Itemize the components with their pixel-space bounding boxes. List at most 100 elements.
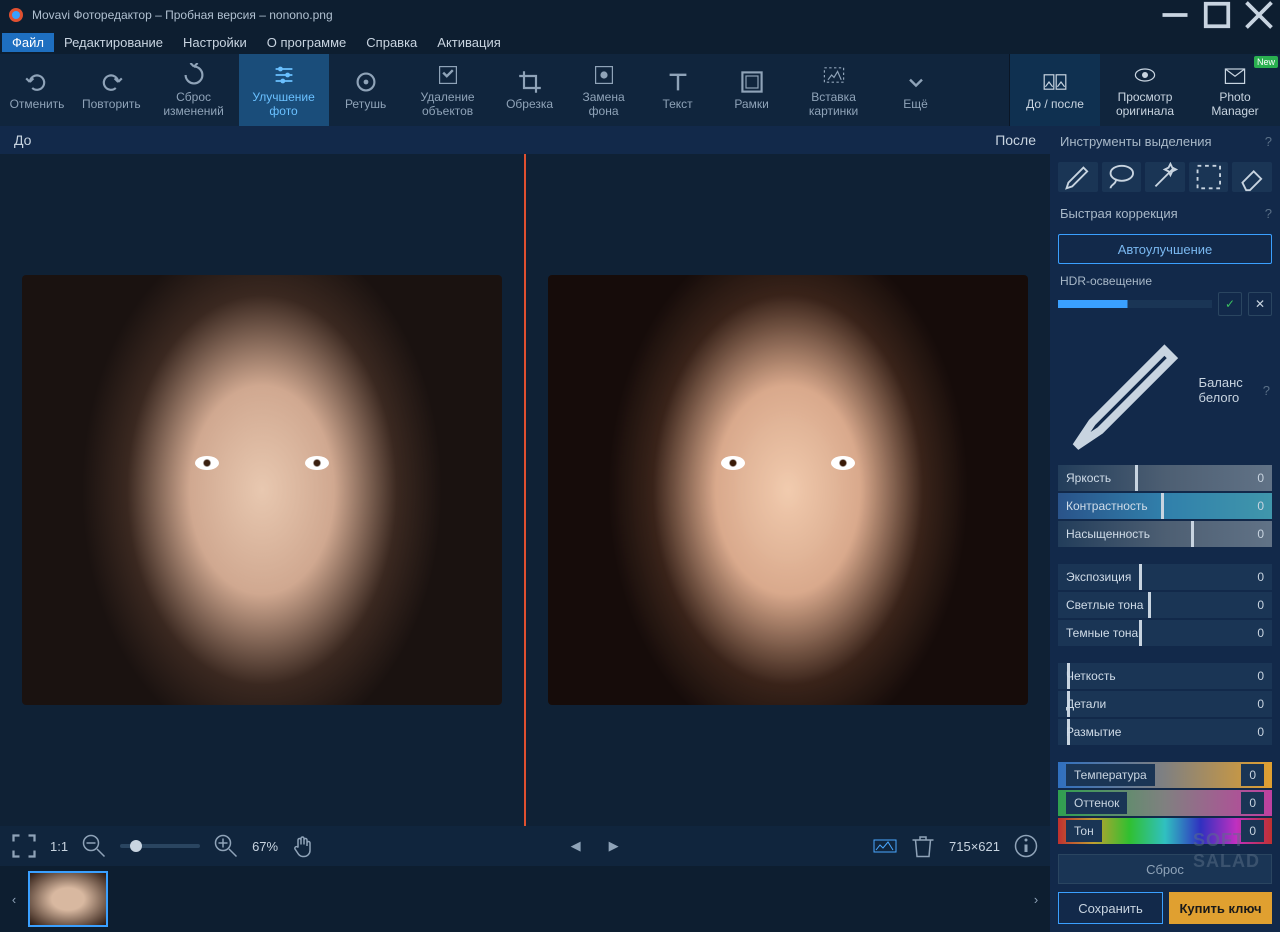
viewport[interactable] bbox=[0, 154, 1050, 826]
zoom-slider[interactable] bbox=[120, 844, 200, 848]
info-icon[interactable] bbox=[1014, 834, 1038, 858]
redo-icon bbox=[99, 70, 123, 94]
filmstrip-prev[interactable]: ‹ bbox=[4, 869, 24, 929]
white-balance-row: Баланс белого ? bbox=[1050, 318, 1280, 463]
toolbar: ОтменитьПовторитьСброс измененийУлучшени… bbox=[0, 54, 1280, 126]
color-slider-temp[interactable]: Температура0 bbox=[1058, 762, 1272, 788]
lasso-tool-icon[interactable] bbox=[1102, 162, 1142, 192]
view-orig-icon bbox=[1133, 63, 1157, 87]
help-icon[interactable]: ? bbox=[1265, 206, 1272, 221]
photo-mgr-icon bbox=[1223, 63, 1247, 87]
maximize-button[interactable] bbox=[1196, 0, 1238, 30]
tool-photo-mgr[interactable]: Photo ManagerNew bbox=[1190, 54, 1280, 126]
menubar: ФайлРедактированиеНастройкиО программеСп… bbox=[0, 30, 1280, 54]
color-slider-hue[interactable]: Тон0 bbox=[1058, 818, 1272, 844]
after-label: После bbox=[995, 132, 1036, 148]
auto-enhance-button[interactable]: Автоулучшение bbox=[1058, 234, 1272, 264]
before-after-icon bbox=[1043, 70, 1067, 94]
text-icon bbox=[666, 70, 690, 94]
tool-crop[interactable]: Обрезка bbox=[493, 54, 567, 126]
menu-файл[interactable]: Файл bbox=[2, 33, 54, 52]
after-image bbox=[548, 275, 1028, 705]
tool-before-after[interactable]: До / после bbox=[1010, 54, 1100, 126]
minimize-button[interactable] bbox=[1154, 0, 1196, 30]
menu-настройки[interactable]: Настройки bbox=[173, 33, 257, 52]
slider-Темные тона[interactable]: Темные тона0 bbox=[1058, 620, 1272, 646]
app-icon bbox=[8, 7, 24, 23]
canvas-area: До После 1:1 67% ◀ ▶ 715×621 bbox=[0, 126, 1050, 932]
slider-Насыщенность[interactable]: Насыщенность0 bbox=[1058, 521, 1272, 547]
close-button[interactable] bbox=[1238, 0, 1280, 30]
filmstrip-next[interactable]: › bbox=[1026, 869, 1046, 929]
tool-bg[interactable]: Замена фона bbox=[567, 54, 641, 126]
tool-reset[interactable]: Сброс изменений bbox=[149, 54, 239, 126]
tool-enhance[interactable]: Улучшение фото bbox=[239, 54, 329, 126]
retouch-icon bbox=[354, 70, 378, 94]
insert-icon bbox=[822, 63, 846, 87]
next-icon[interactable]: ▶ bbox=[602, 834, 626, 858]
slider-Размытие[interactable]: Размытие0 bbox=[1058, 719, 1272, 745]
new-badge: New bbox=[1254, 56, 1278, 68]
help-icon[interactable]: ? bbox=[1263, 383, 1270, 398]
color-slider-tint[interactable]: Оттенок0 bbox=[1058, 790, 1272, 816]
slider-Яркость[interactable]: Яркость0 bbox=[1058, 465, 1272, 491]
zoom-in-icon[interactable] bbox=[214, 834, 238, 858]
thumbnail[interactable] bbox=[28, 871, 108, 927]
before-label: До bbox=[14, 132, 31, 148]
menu-справка[interactable]: Справка bbox=[356, 33, 427, 52]
undo-icon bbox=[25, 70, 49, 94]
before-image bbox=[22, 275, 502, 705]
menu-активация[interactable]: Активация bbox=[427, 33, 510, 52]
trash-icon[interactable] bbox=[911, 834, 935, 858]
fit-icon[interactable] bbox=[873, 834, 897, 858]
tool-view-orig[interactable]: Просмотр оригинала bbox=[1100, 54, 1190, 126]
hdr-cancel-icon[interactable]: ✕ bbox=[1248, 292, 1272, 316]
prev-icon[interactable]: ◀ bbox=[564, 834, 588, 858]
selection-tools-header: Инструменты выделения? bbox=[1050, 126, 1280, 156]
image-dimensions: 715×621 bbox=[949, 839, 1000, 854]
tool-more[interactable]: Ещё bbox=[879, 54, 953, 126]
fullscreen-icon[interactable] bbox=[12, 834, 36, 858]
scale-1-1[interactable]: 1:1 bbox=[50, 839, 68, 854]
marquee-tool-icon[interactable] bbox=[1189, 162, 1229, 192]
save-button[interactable]: Сохранить bbox=[1058, 892, 1163, 924]
tool-insert[interactable]: Вставка картинки bbox=[789, 54, 879, 126]
titlebar: Movavi Фоторедактор – Пробная версия – n… bbox=[0, 0, 1280, 30]
tool-remove[interactable]: Удаление объектов bbox=[403, 54, 493, 126]
hand-icon[interactable] bbox=[292, 834, 316, 858]
tool-undo[interactable]: Отменить bbox=[0, 54, 74, 126]
window-title: Movavi Фоторедактор – Пробная версия – n… bbox=[32, 8, 333, 22]
hdr-slider[interactable] bbox=[1058, 300, 1212, 308]
slider-Экспозиция[interactable]: Экспозиция0 bbox=[1058, 564, 1272, 590]
right-panel: Инструменты выделения? Быстрая коррекция… bbox=[1050, 126, 1280, 932]
zoom-percent: 67% bbox=[252, 839, 278, 854]
remove-icon bbox=[436, 63, 460, 87]
hdr-label: HDR-освещение bbox=[1050, 270, 1280, 288]
crop-icon bbox=[518, 70, 542, 94]
slider-Светлые тона[interactable]: Светлые тона0 bbox=[1058, 592, 1272, 618]
brush-tool-icon[interactable] bbox=[1058, 162, 1098, 192]
tool-frames[interactable]: Рамки bbox=[715, 54, 789, 126]
wand-tool-icon[interactable] bbox=[1145, 162, 1185, 192]
more-icon bbox=[904, 70, 928, 94]
quick-correction-header: Быстрая коррекция? bbox=[1050, 198, 1280, 228]
menu-о программе[interactable]: О программе bbox=[257, 33, 357, 52]
menu-редактирование[interactable]: Редактирование bbox=[54, 33, 173, 52]
reset-icon bbox=[182, 63, 206, 87]
slider-Детали[interactable]: Детали0 bbox=[1058, 691, 1272, 717]
hdr-apply-icon[interactable]: ✓ bbox=[1218, 292, 1242, 316]
slider-Четкость[interactable]: Четкость0 bbox=[1058, 663, 1272, 689]
frames-icon bbox=[740, 70, 764, 94]
enhance-icon bbox=[272, 63, 296, 87]
slider-Контрастность[interactable]: Контрастность0 bbox=[1058, 493, 1272, 519]
zoom-out-icon[interactable] bbox=[82, 834, 106, 858]
buy-key-button[interactable]: Купить ключ bbox=[1169, 892, 1272, 924]
filmstrip: ‹ › bbox=[0, 866, 1050, 932]
eraser-tool-icon[interactable] bbox=[1232, 162, 1272, 192]
reset-button[interactable]: Сброс bbox=[1058, 854, 1272, 884]
help-icon[interactable]: ? bbox=[1265, 134, 1272, 149]
bg-icon bbox=[592, 63, 616, 87]
tool-retouch[interactable]: Ретушь bbox=[329, 54, 403, 126]
tool-redo[interactable]: Повторить bbox=[74, 54, 149, 126]
tool-text[interactable]: Текст bbox=[641, 54, 715, 126]
